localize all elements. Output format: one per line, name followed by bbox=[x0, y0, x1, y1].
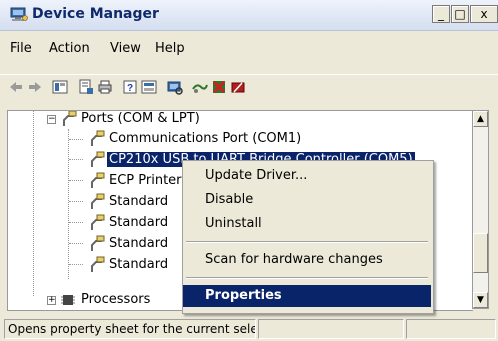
maximize-button[interactable]: □ bbox=[451, 5, 469, 23]
port-connector-icon bbox=[91, 130, 105, 146]
menu-uninstall[interactable]: Uninstall bbox=[183, 213, 431, 235]
window-title: Device Manager bbox=[32, 6, 159, 22]
tree-label: Processors bbox=[81, 292, 151, 307]
menu-file[interactable]: File bbox=[10, 41, 32, 56]
back-icon[interactable] bbox=[8, 79, 24, 95]
menu-bar: File Action View Help bbox=[0, 41, 498, 63]
minimize-button[interactable]: _ bbox=[432, 5, 450, 23]
menu-update-driver[interactable]: Update Driver... bbox=[183, 165, 431, 187]
menu-disable[interactable]: Disable bbox=[183, 189, 431, 211]
tree-node-ports[interactable]: Ports (COM & LPT) bbox=[55, 111, 255, 129]
port-connector-icon bbox=[91, 172, 105, 188]
toolbar: ? bbox=[0, 74, 498, 103]
tree-label: Ports (COM & LPT) bbox=[81, 111, 200, 126]
menu-view[interactable]: View bbox=[110, 41, 141, 56]
tree-line bbox=[68, 129, 69, 279]
tree-line bbox=[33, 111, 34, 296]
scroll-up-button[interactable]: ▲ bbox=[473, 111, 488, 127]
menu-properties[interactable]: Properties bbox=[183, 285, 431, 307]
show-hide-icon[interactable] bbox=[52, 79, 68, 95]
print-icon[interactable] bbox=[97, 79, 113, 95]
tree-line bbox=[69, 180, 83, 181]
update-driver-icon[interactable] bbox=[192, 79, 208, 95]
port-connector-icon bbox=[91, 235, 105, 251]
port-connector-icon bbox=[91, 256, 105, 272]
svg-text:?: ? bbox=[127, 83, 133, 94]
menu-item-label: Properties bbox=[205, 288, 282, 303]
context-menu: Update Driver... Disable Uninstall Scan … bbox=[182, 160, 434, 314]
tree-label: Standard bbox=[109, 215, 169, 230]
device-manager-icon bbox=[10, 7, 28, 21]
scroll-down-button[interactable]: ▼ bbox=[473, 292, 488, 308]
view-icon[interactable] bbox=[141, 79, 157, 95]
disable-icon[interactable] bbox=[230, 79, 246, 95]
tree-line bbox=[69, 264, 83, 265]
status-text: Opens property sheet for the current sel… bbox=[4, 319, 256, 339]
status-pane-2 bbox=[258, 319, 404, 339]
tree-label: Standard bbox=[109, 236, 169, 251]
menu-scan-hardware[interactable]: Scan for hardware changes bbox=[183, 249, 431, 271]
menu-item-label: Scan for hardware changes bbox=[205, 252, 383, 267]
title-bar[interactable]: Device Manager _ □ x bbox=[0, 0, 498, 31]
menu-item-label: Uninstall bbox=[205, 216, 262, 231]
close-button[interactable]: x bbox=[470, 5, 498, 23]
menu-help[interactable]: Help bbox=[155, 41, 185, 56]
menu-action[interactable]: Action bbox=[49, 41, 90, 56]
tree-node-com1[interactable]: Communications Port (COM1) bbox=[83, 130, 463, 149]
properties-icon[interactable] bbox=[78, 79, 94, 95]
vertical-scrollbar[interactable]: ▲ ▼ bbox=[472, 110, 489, 309]
tree-line bbox=[69, 243, 83, 244]
port-connector-icon bbox=[91, 151, 105, 167]
tree-line bbox=[69, 159, 83, 160]
tree-line bbox=[69, 139, 83, 140]
tree-label: Standard bbox=[109, 194, 169, 209]
menu-item-label: Update Driver... bbox=[205, 168, 308, 183]
uninstall-icon[interactable] bbox=[211, 79, 227, 95]
status-pane-3 bbox=[406, 319, 496, 339]
help-icon[interactable]: ? bbox=[122, 79, 138, 95]
port-connector-icon bbox=[91, 193, 105, 209]
device-manager-window: Device Manager _ □ x File Action View He… bbox=[0, 0, 498, 341]
tree-label: Communications Port (COM1) bbox=[109, 131, 302, 146]
forward-icon[interactable] bbox=[27, 79, 43, 95]
scan-icon[interactable] bbox=[167, 79, 183, 95]
tree-label: Standard bbox=[109, 257, 169, 272]
menu-separator bbox=[186, 277, 428, 279]
menu-item-label: Disable bbox=[205, 192, 254, 207]
menu-separator bbox=[186, 241, 428, 243]
port-connector-icon bbox=[63, 111, 77, 126]
scroll-thumb[interactable] bbox=[473, 233, 488, 273]
tree-line bbox=[69, 222, 83, 223]
tree-line bbox=[69, 201, 83, 202]
port-connector-icon bbox=[91, 214, 105, 230]
processor-chip-icon bbox=[61, 295, 75, 305]
status-bar: Opens property sheet for the current sel… bbox=[0, 317, 498, 341]
